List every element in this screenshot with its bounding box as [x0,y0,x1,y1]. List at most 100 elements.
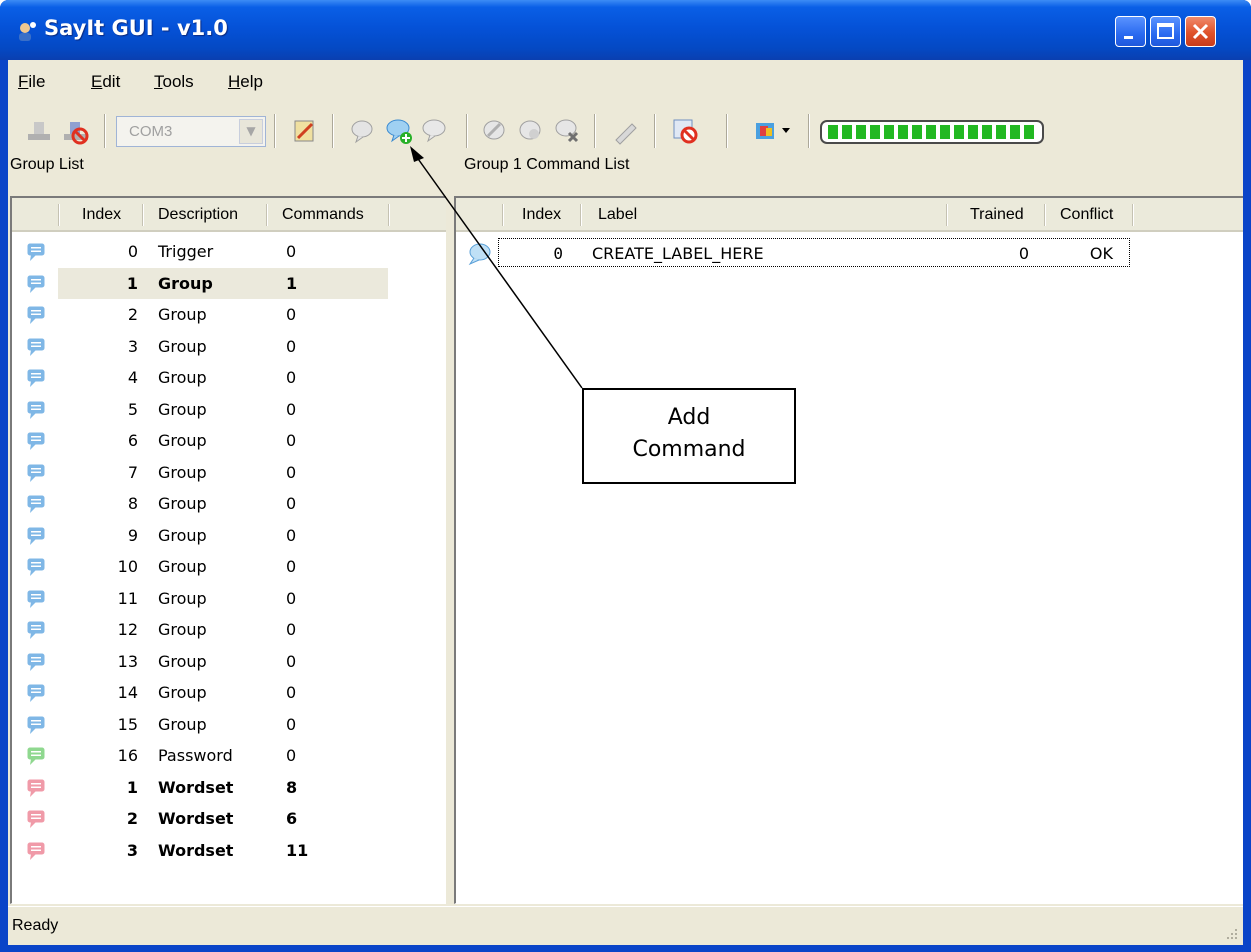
group-list[interactable]: Index Description Commands 0 Trigger 0 1 Gro… [10,196,446,904]
group-row[interactable]: 2 Wordset 6 [12,803,446,834]
column-trained[interactable]: Trained [970,206,1024,224]
column-index[interactable]: Index [82,206,121,224]
command-list[interactable]: Index Label Trained Conflict 0 CREATE_LA… [454,196,1243,904]
group-list-header: Index Description Commands [12,198,446,232]
group-index: 13 [117,651,138,671]
group-row[interactable]: 13 Group 0 [12,646,446,677]
group-index: 0 [127,242,138,261]
speech-bubble-icon [27,306,45,324]
speech-bubble-icon [27,621,45,639]
group-commands: 0 [286,651,297,671]
group-index: 10 [117,557,138,576]
group-description: Group [158,714,207,734]
group-row[interactable]: 3 Wordset 11 [12,835,446,866]
column-index[interactable]: Index [522,206,561,224]
group-commands: 0 [286,588,297,608]
group-index: 8 [127,494,138,513]
resize-grip-icon[interactable] [1225,927,1239,941]
group-row[interactable]: 4 Group 0 [12,362,446,393]
add-command-callout: Add Command [582,388,796,484]
port-value: COM3 [129,123,173,140]
menu-edit[interactable]: Edit [91,72,120,92]
close-button[interactable] [1185,16,1216,47]
group-row[interactable]: 2 Group 0 [12,299,446,330]
group-row[interactable]: 16 Password 0 [12,740,446,771]
speech-bubble-icon [27,432,45,450]
minimize-button[interactable] [1115,16,1146,47]
group-commands: 1 [286,273,298,293]
group-description: Password [158,746,233,765]
group-index: 5 [127,399,138,419]
title-bar[interactable]: SayIt GUI - v1.0 [0,0,1251,60]
group-row[interactable]: 3 Group 0 [12,331,446,362]
meter-segment [940,125,950,139]
group-row[interactable]: 6 Group 0 [12,425,446,456]
test-icon[interactable] [516,116,546,146]
menu-file[interactable]: File [18,72,45,92]
group-commands: 0 [286,305,297,324]
meter-segment [842,125,852,139]
group-commands: 11 [286,840,309,860]
group-row[interactable]: 14 Group 0 [12,677,446,708]
group-row[interactable]: 5 Group 0 [12,394,446,425]
toolbar: COM3 ▼ [8,106,1243,154]
remove-command-icon[interactable] [420,116,450,146]
add-command-icon[interactable] [384,116,414,146]
meter-segment [954,125,964,139]
command-row[interactable]: 0 CREATE_LABEL_HERE 0 OK [456,238,1243,269]
connect-icon[interactable] [24,116,54,146]
column-conflict[interactable]: Conflict [1060,206,1113,224]
column-description[interactable]: Description [158,206,238,224]
command-trained: 0 [1018,244,1029,263]
speech-bubble-icon [27,558,45,576]
column-commands[interactable]: Commands [282,206,364,224]
group-description: Group [158,305,207,324]
group-commands: 0 [286,714,297,734]
maximize-button[interactable] [1150,16,1181,47]
add-group-icon[interactable] [348,116,378,146]
group-description: Group [158,462,207,482]
speech-bubble-icon [27,779,45,797]
group-row[interactable]: 8 Group 0 [12,488,446,519]
group-description: Group [158,683,207,702]
group-row[interactable]: 15 Group 0 [12,709,446,740]
toolbar-separator [274,114,276,148]
train-icon[interactable] [480,116,510,146]
pane-splitter[interactable] [446,192,454,904]
rename-icon[interactable] [610,116,640,146]
column-label[interactable]: Label [598,206,637,224]
meter-segment [856,125,866,139]
color-icon[interactable] [752,116,796,146]
group-description: Trigger [158,242,214,261]
group-row[interactable]: 1 Group 1 [12,267,446,299]
chevron-down-icon[interactable]: ▼ [239,119,263,144]
group-row[interactable]: 7 Group 0 [12,457,446,488]
toolbar-separator [654,114,656,148]
meter-segment [996,125,1006,139]
menu-tools[interactable]: Tools [154,72,194,92]
group-description: Group [158,368,207,387]
port-select[interactable]: COM3 ▼ [116,116,266,147]
audio-level-meter [820,120,1044,144]
group-row[interactable]: 11 Group 0 [12,583,446,614]
group-row[interactable]: 10 Group 0 [12,551,446,582]
group-row[interactable]: 9 Group 0 [12,520,446,551]
command-label: CREATE_LABEL_HERE [592,244,764,263]
speech-bubble-icon [27,590,45,608]
group-row[interactable]: 0 Trigger 0 [12,236,446,267]
erase-icon[interactable] [552,116,582,146]
group-row[interactable]: 12 Group 0 [12,614,446,645]
command-list-header: Index Label Trained Conflict [456,198,1243,232]
meter-segment [898,125,908,139]
group-index: 15 [117,714,138,734]
menu-help[interactable]: Help [228,72,263,92]
meter-segment [884,125,894,139]
meter-segment [828,125,838,139]
group-commands: 0 [286,746,297,765]
settings-icon[interactable] [290,116,320,146]
group-row[interactable]: 1 Wordset 8 [12,772,446,803]
stop-icon[interactable] [670,116,700,146]
disconnect-icon[interactable] [60,116,90,146]
group-commands: 0 [286,336,297,356]
group-description: Wordset [158,809,234,828]
